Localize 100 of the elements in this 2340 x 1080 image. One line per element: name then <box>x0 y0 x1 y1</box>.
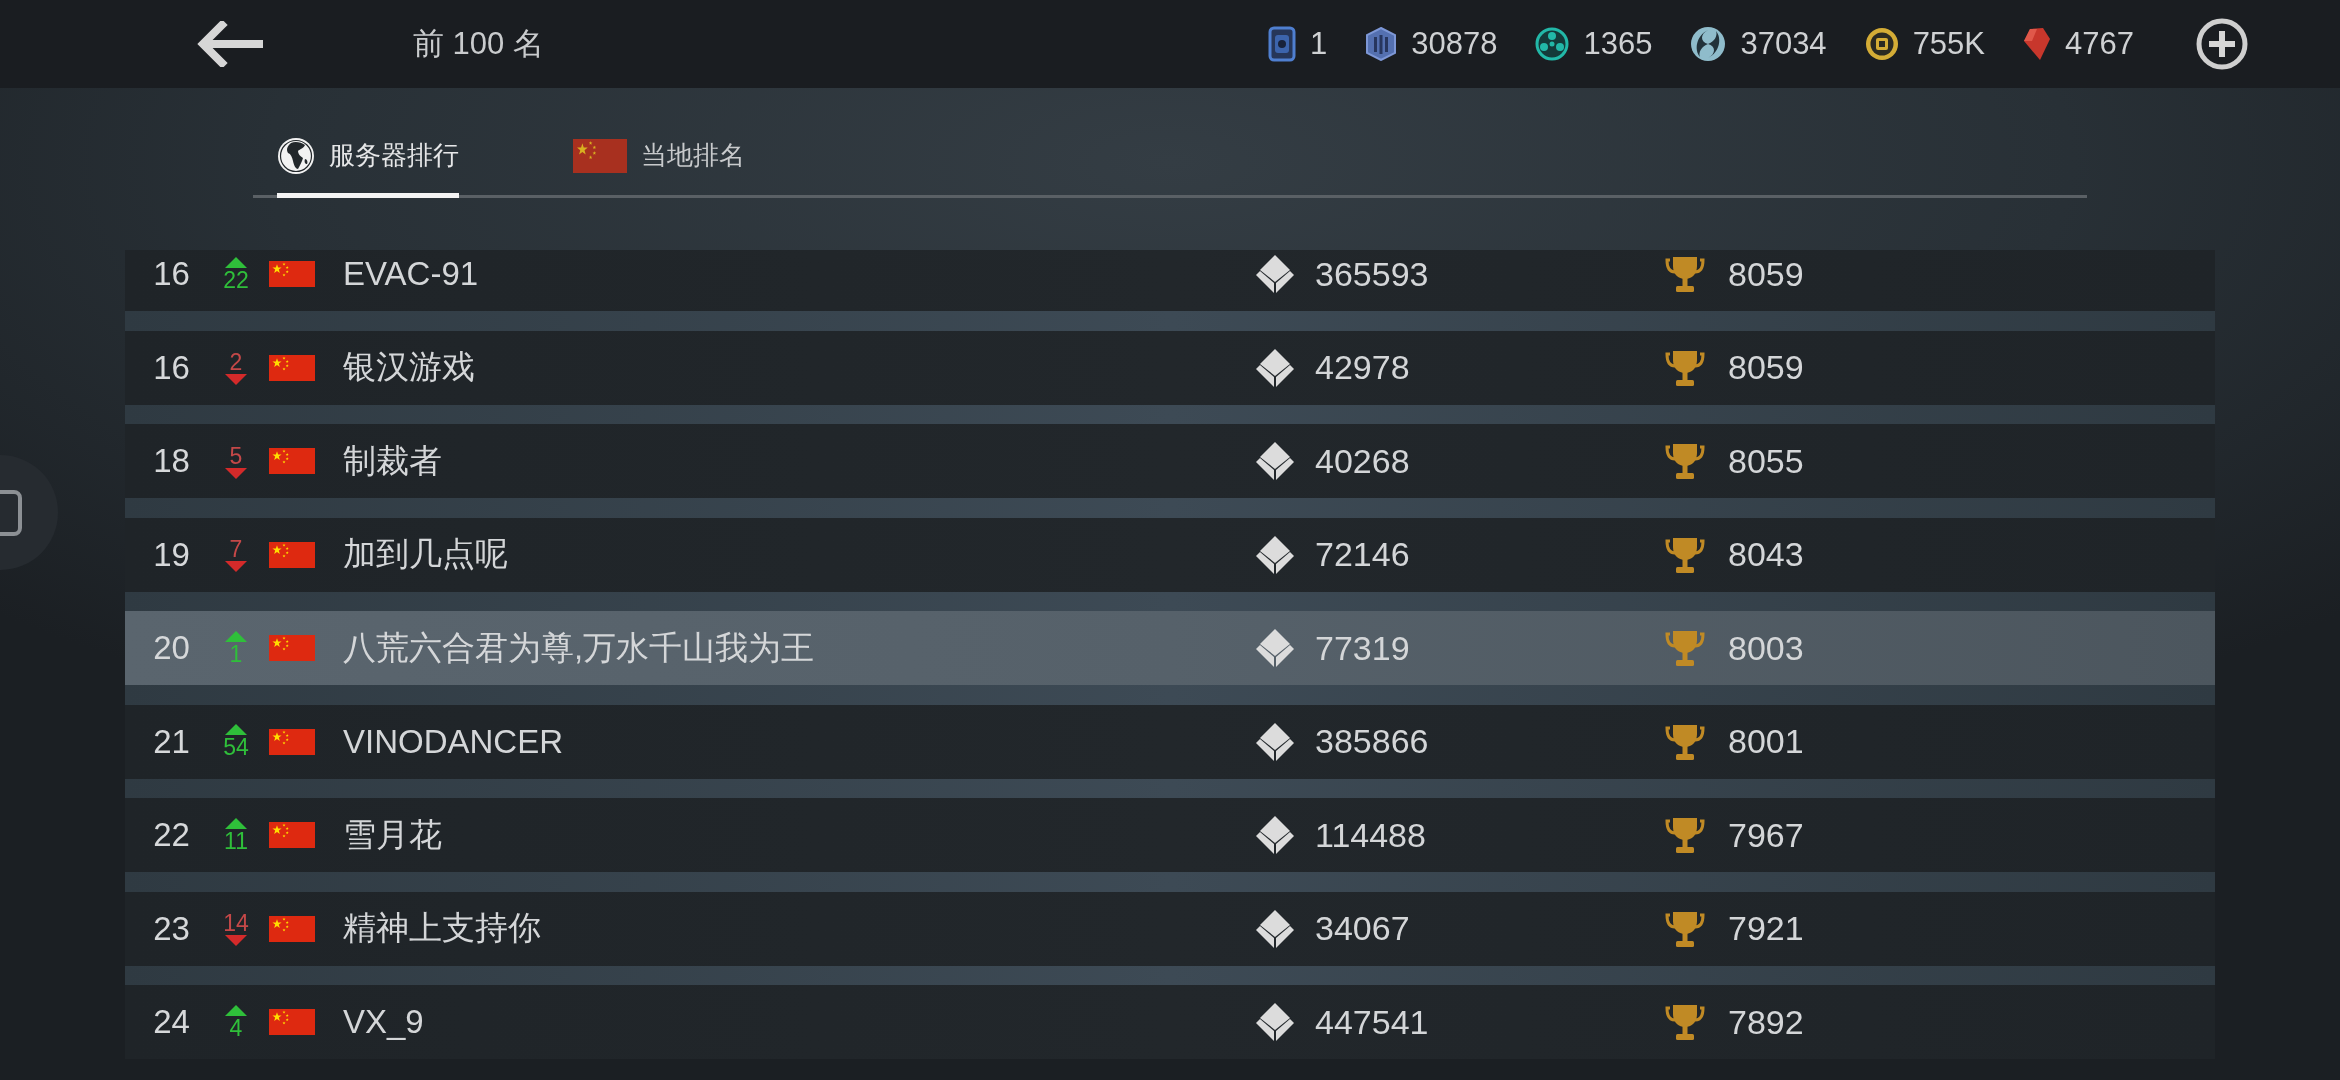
score-text: 114488 <box>1315 815 1426 854</box>
rank-change-text: 5 <box>229 443 243 468</box>
player-name: VINODANCER <box>343 722 564 760</box>
flag-icon <box>573 138 627 173</box>
score-text: 447541 <box>1315 1002 1429 1041</box>
rank-text: 16 <box>153 348 190 387</box>
leaderboard-row[interactable]: 16 22 EVAC-91 365593 8059 <box>125 250 2215 311</box>
ring-emblem-icon <box>1535 27 1570 61</box>
rank-text: 23 <box>153 909 190 948</box>
rank-text: 24 <box>153 1003 190 1041</box>
score-text: 42978 <box>1315 348 1410 386</box>
rank-text: 22 <box>153 816 190 854</box>
diamond-icon <box>1255 254 1295 294</box>
diamond-icon <box>1255 441 1295 481</box>
diamond-icon <box>1255 721 1295 762</box>
trophy-count: 8059 <box>1728 348 1804 387</box>
rank-text: 18 <box>153 442 190 480</box>
tab[interactable]: 服务器排行 <box>277 118 459 198</box>
flag-icon <box>269 728 315 755</box>
back-arrow-icon[interactable] <box>195 21 265 67</box>
trophy-icon <box>1665 442 1705 480</box>
card-icon <box>1267 26 1296 62</box>
currency-amount: 37034 <box>1740 26 1827 62</box>
rank-text: 16 <box>153 255 190 293</box>
trophy-icon <box>1665 909 1705 948</box>
rank-change-text: 14 <box>223 911 249 935</box>
trophy-count: 8043 <box>1728 535 1804 574</box>
trophy-count: 8059 <box>1728 254 1804 294</box>
player-name: VX_9 <box>343 1003 424 1040</box>
diamond-icon <box>1255 1002 1295 1042</box>
score-text: 385866 <box>1315 722 1429 760</box>
globe-icon <box>277 136 315 175</box>
flag-icon <box>269 1009 315 1035</box>
player-name: 加到几点呢 <box>343 535 508 572</box>
add-icon[interactable] <box>2196 18 2248 70</box>
leaderboard-row[interactable]: 22 11 雪月花 114488 7967 <box>125 798 2215 872</box>
score-text: 77319 <box>1315 628 1410 667</box>
diamond-icon <box>1255 908 1295 949</box>
trophy-count: 7921 <box>1728 909 1804 948</box>
trophy-icon <box>1665 255 1705 293</box>
trophy-count: 8001 <box>1728 722 1804 761</box>
leaderboard-row[interactable]: 18 5 制裁者 40268 8055 <box>125 424 2215 498</box>
player-name: EVAC-91 <box>343 255 479 292</box>
page-title: 前 100 名 <box>413 25 544 63</box>
leaderboard-row[interactable]: 24 4 VX_9 447541 7892 <box>125 985 2215 1059</box>
player-name: 精神上支持你 <box>343 909 541 946</box>
flag-icon <box>269 448 315 474</box>
trophy-count: 8055 <box>1728 441 1804 481</box>
diamond-icon <box>1255 347 1295 388</box>
flag-icon <box>269 541 315 568</box>
player-name: 银汉游戏 <box>343 348 475 385</box>
score-text: 72146 <box>1315 535 1410 573</box>
leaderboard-row[interactable]: 21 54 VINODANCER 385866 8001 <box>125 704 2215 779</box>
flag-icon <box>269 354 315 381</box>
trophy-icon <box>1665 629 1705 667</box>
rank-change-text: 4 <box>229 1015 243 1040</box>
diamond-icon <box>1255 628 1295 668</box>
rank-change-text: 2 <box>229 350 243 374</box>
flag-icon <box>269 261 315 287</box>
currency-amount: 1 <box>1309 26 1328 62</box>
rank-text: 21 <box>153 722 190 761</box>
coin-icon <box>1864 27 1899 61</box>
rank-text: 19 <box>153 535 190 574</box>
rank-change-text: 1 <box>229 641 243 666</box>
rank-change-text: 54 <box>223 735 249 759</box>
gem-icon <box>2023 27 2052 61</box>
hexagon-badge-icon <box>1365 27 1398 61</box>
rank-change-text: 11 <box>224 828 248 853</box>
leaderboard-row[interactable]: 16 2 银汉游戏 42978 8059 <box>125 330 2215 405</box>
score-text: 34067 <box>1315 909 1410 947</box>
trophy-icon <box>1665 1003 1705 1041</box>
trophy-count: 8003 <box>1728 628 1804 668</box>
player-name: 雪月花 <box>343 815 442 853</box>
leaderboard-row[interactable]: 20 1 八荒六合君为尊,万水千山我为王 77319 8003 <box>125 611 2215 685</box>
flag-icon <box>269 915 315 942</box>
score-text: 40268 <box>1315 441 1410 480</box>
trophy-icon <box>1665 348 1705 387</box>
trophy-icon <box>1665 535 1705 574</box>
score-text: 365593 <box>1315 254 1429 293</box>
trophy-icon <box>1665 816 1705 854</box>
leaderboard-row[interactable]: 19 7 加到几点呢 72146 8043 <box>125 517 2215 592</box>
flag-icon <box>269 822 315 848</box>
diamond-icon <box>1255 815 1295 855</box>
leaderboard-row[interactable]: 23 14 精神上支持你 34067 7921 <box>125 891 2215 966</box>
player-name: 八荒六合君为尊,万水千山我为王 <box>343 628 815 666</box>
player-name: 制裁者 <box>343 441 442 479</box>
currency-amount: 4767 <box>2065 26 2134 62</box>
flag-icon <box>269 635 315 661</box>
trophy-icon <box>1665 722 1705 761</box>
currency-amount: 1365 <box>1583 26 1653 62</box>
currency-amount: 755K <box>1912 26 1986 62</box>
rank-change-text: 22 <box>223 267 249 292</box>
trophy-count: 7892 <box>1728 1002 1804 1042</box>
tab[interactable]: 当地排名 <box>573 118 745 198</box>
rank-text: 20 <box>153 629 190 667</box>
trophy-count: 7967 <box>1728 815 1804 855</box>
currency-amount: 30878 <box>1411 26 1498 62</box>
rank-change-text: 7 <box>229 537 243 561</box>
diamond-icon <box>1255 534 1295 575</box>
swirl-icon <box>1690 26 1727 62</box>
